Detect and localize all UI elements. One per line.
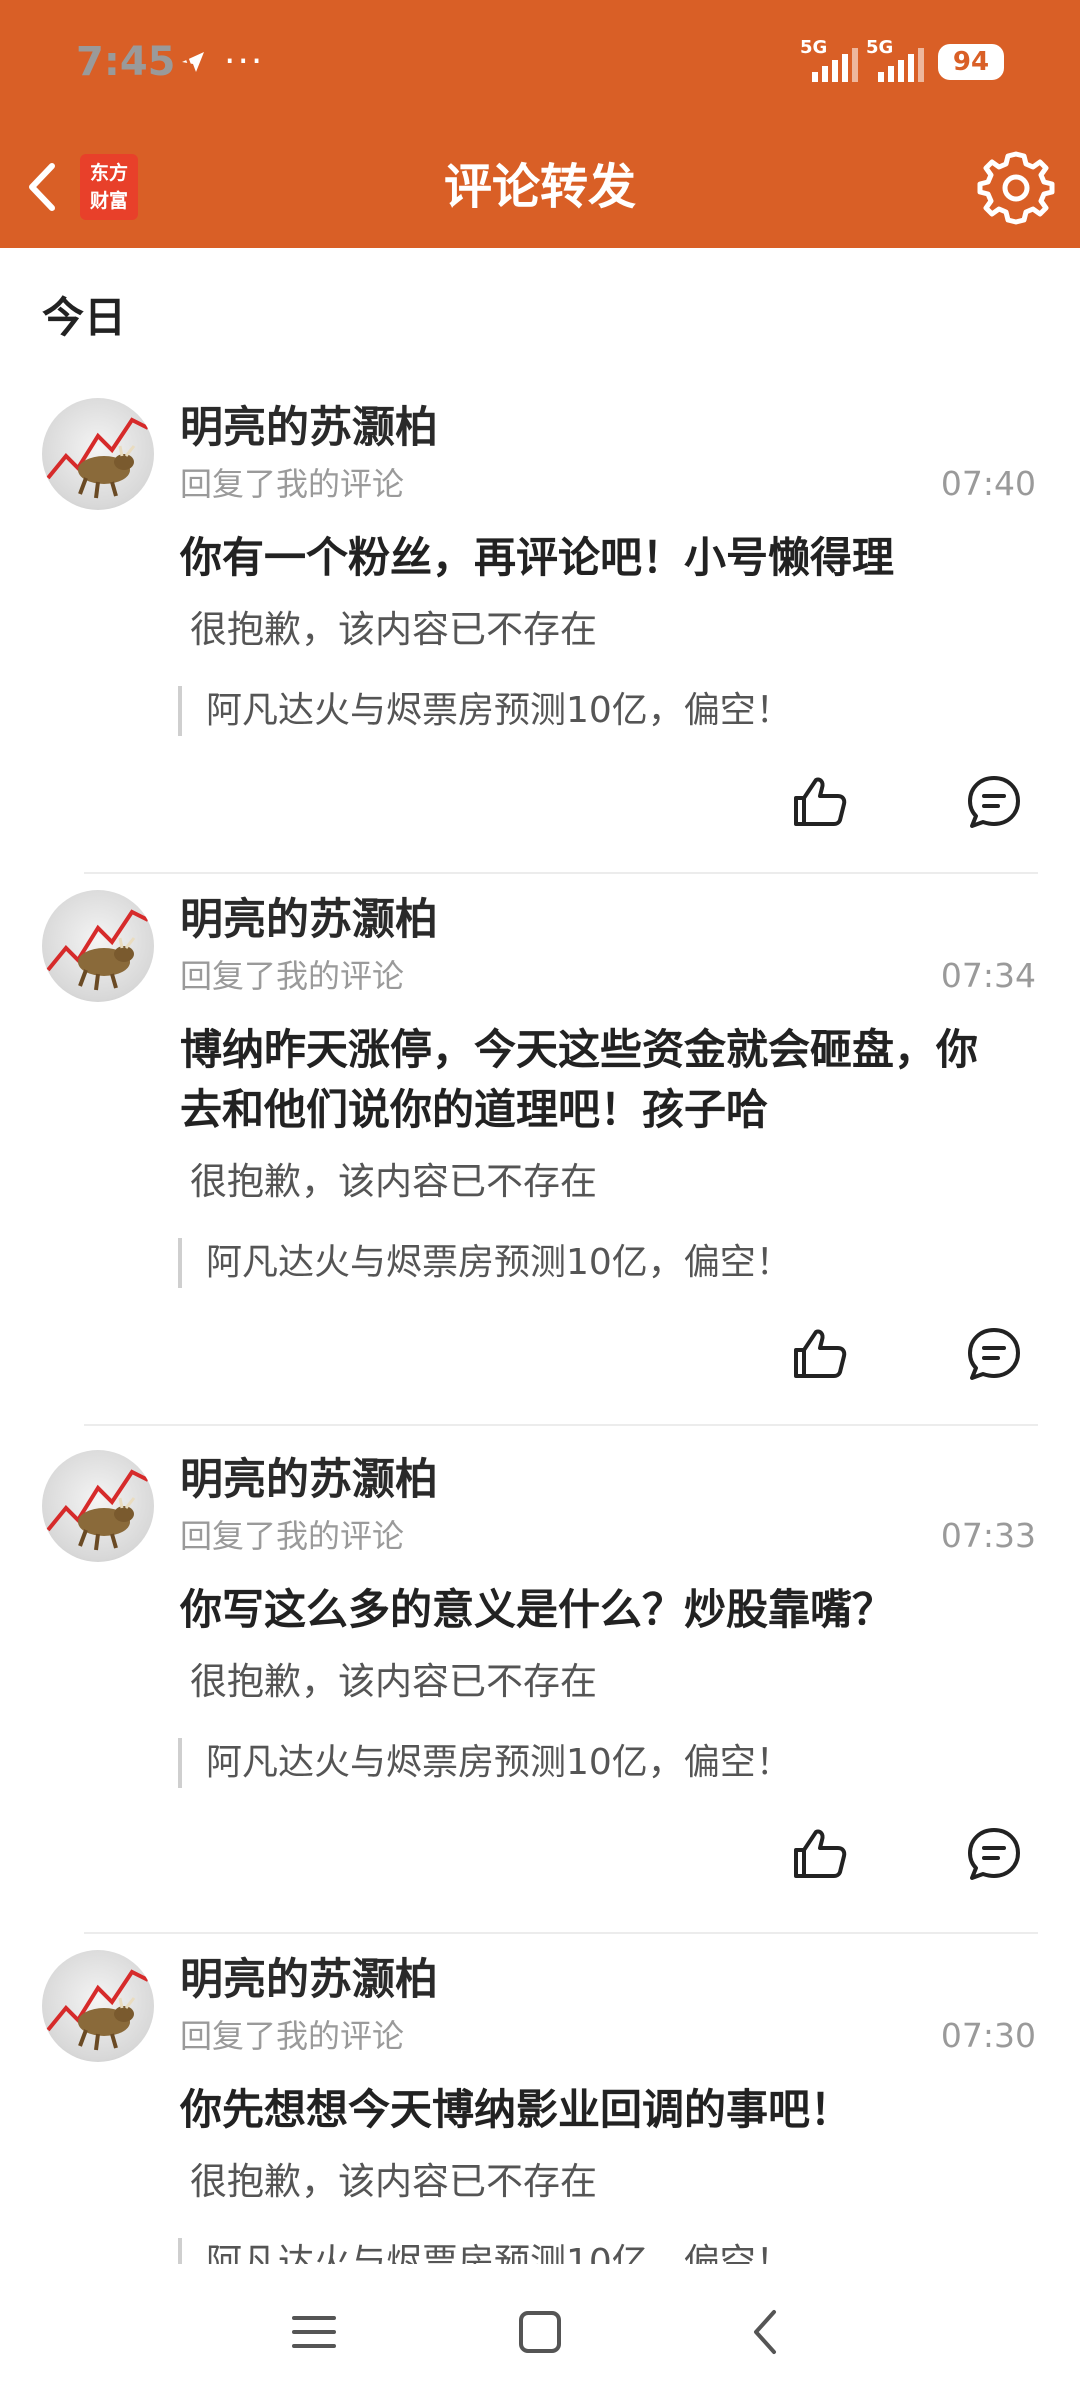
thumbs-up-icon[interactable] bbox=[790, 772, 850, 832]
home-square-icon[interactable] bbox=[512, 2304, 568, 2360]
action-text: 回复了我的评论 bbox=[180, 465, 405, 503]
section-label-today: 今日 bbox=[42, 293, 127, 342]
comment-bubble-icon[interactable] bbox=[964, 772, 1024, 832]
comment-bubble-icon[interactable] bbox=[964, 1824, 1024, 1884]
quoted-comment[interactable]: 阿凡达火与烬票房预测10亿，偏空！ bbox=[178, 2238, 792, 2264]
more-notifications-icon: ··· bbox=[224, 41, 265, 82]
signal-icon-2: 5G bbox=[866, 38, 924, 82]
reply-text[interactable]: 你写这么多的意义是什么？炒股靠嘴？ bbox=[180, 1580, 1040, 1640]
thumbs-up-icon[interactable] bbox=[790, 1824, 850, 1884]
action-text: 回复了我的评论 bbox=[180, 1517, 405, 1555]
comment-feed[interactable]: 明亮的苏灏柏 回复了我的评论 07:40 你有一个粉丝，再评论吧！小号懒得理 很… bbox=[0, 382, 1080, 2264]
signal-bars-icon bbox=[812, 48, 858, 82]
quoted-comment[interactable]: 阿凡达火与烬票房预测10亿，偏空！ bbox=[178, 686, 792, 736]
signal-bars-icon-2 bbox=[878, 48, 924, 82]
battery-indicator: 94 bbox=[938, 44, 1004, 80]
item-divider bbox=[84, 1424, 1038, 1426]
menu-icon[interactable] bbox=[286, 2304, 342, 2360]
reply-text[interactable]: 你先想想今天博纳影业回调的事吧！ bbox=[180, 2080, 1040, 2140]
list-item[interactable]: 明亮的苏灏柏 回复了我的评论 07:34 博纳昨天涨停，今天这些资金就会砸盘，你… bbox=[0, 874, 1080, 1434]
notification-app-icon bbox=[182, 52, 204, 72]
deleted-notice: 很抱歉，该内容已不存在 bbox=[190, 1160, 597, 1203]
bull-avatar-icon bbox=[46, 1969, 149, 2051]
avatar[interactable] bbox=[42, 1950, 154, 2062]
app-header: 7:45 ··· 5G 5G 94 东方 财富 评论转发 bbox=[0, 0, 1080, 248]
gear-icon[interactable] bbox=[976, 146, 1056, 226]
nav-bar: 东方 财富 评论转发 bbox=[0, 126, 1080, 248]
system-nav-bar bbox=[0, 2264, 1080, 2400]
timestamp: 07:34 bbox=[940, 956, 1036, 995]
deleted-notice: 很抱歉，该内容已不存在 bbox=[190, 608, 597, 651]
nav-back-chevron-icon[interactable] bbox=[738, 2304, 794, 2360]
reply-text[interactable]: 你有一个粉丝，再评论吧！小号懒得理 bbox=[180, 528, 1040, 588]
quoted-comment[interactable]: 阿凡达火与烬票房预测10亿，偏空！ bbox=[178, 1738, 792, 1788]
avatar[interactable] bbox=[42, 398, 154, 510]
deleted-notice: 很抱歉，该内容已不存在 bbox=[190, 1660, 597, 1703]
signal-icon: 5G bbox=[800, 38, 858, 82]
bull-avatar-icon bbox=[46, 1469, 149, 1551]
back-chevron-icon[interactable] bbox=[18, 154, 68, 220]
action-text: 回复了我的评论 bbox=[180, 2017, 405, 2055]
reply-text[interactable]: 博纳昨天涨停，今天这些资金就会砸盘，你 去和他们说你的道理吧！孩子哈 bbox=[180, 1020, 1040, 1140]
timestamp: 07:33 bbox=[940, 1516, 1036, 1555]
action-text: 回复了我的评论 bbox=[180, 957, 405, 995]
list-item[interactable]: 明亮的苏灏柏 回复了我的评论 07:30 你先想想今天博纳影业回调的事吧！ 很抱… bbox=[0, 1934, 1080, 2264]
page-title: 评论转发 bbox=[443, 159, 636, 215]
comment-bubble-icon[interactable] bbox=[964, 1324, 1024, 1384]
timestamp: 07:40 bbox=[940, 464, 1036, 503]
username[interactable]: 明亮的苏灏柏 bbox=[180, 890, 438, 950]
list-item[interactable]: 明亮的苏灏柏 回复了我的评论 07:40 你有一个粉丝，再评论吧！小号懒得理 很… bbox=[0, 382, 1080, 874]
reply-text-line-1: 博纳昨天涨停，今天这些资金就会砸盘，你 bbox=[180, 1025, 979, 1074]
app-logo: 东方 财富 bbox=[80, 154, 138, 220]
reply-text-line-2: 去和他们说你的道理吧！孩子哈 bbox=[180, 1085, 769, 1134]
avatar[interactable] bbox=[42, 1450, 154, 1562]
username[interactable]: 明亮的苏灏柏 bbox=[180, 1450, 438, 1510]
status-bar: 7:45 ··· 5G 5G 94 bbox=[0, 0, 1080, 126]
username[interactable]: 明亮的苏灏柏 bbox=[180, 1950, 438, 2010]
list-item[interactable]: 明亮的苏灏柏 回复了我的评论 07:33 你写这么多的意义是什么？炒股靠嘴？ 很… bbox=[0, 1434, 1080, 1934]
deleted-notice: 很抱歉，该内容已不存在 bbox=[190, 2160, 597, 2203]
quoted-comment[interactable]: 阿凡达火与烬票房预测10亿，偏空！ bbox=[178, 1238, 792, 1288]
username[interactable]: 明亮的苏灏柏 bbox=[180, 398, 438, 458]
bull-avatar-icon bbox=[46, 417, 149, 499]
bull-avatar-icon bbox=[46, 909, 149, 991]
thumbs-up-icon[interactable] bbox=[790, 1324, 850, 1384]
avatar[interactable] bbox=[42, 890, 154, 1002]
timestamp: 07:30 bbox=[940, 2016, 1036, 2055]
